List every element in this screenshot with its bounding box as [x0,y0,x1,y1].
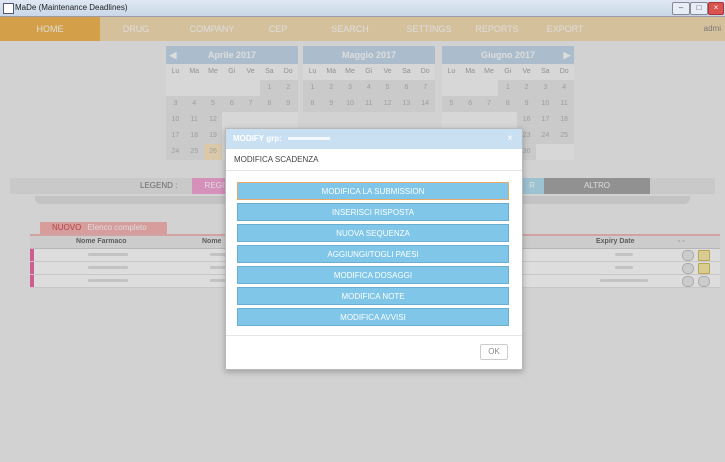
modify-dialog: MODIFY grp: × MODIFICA SCADENZA MODIFICA… [225,128,523,370]
window-titlebar: MaDe (Maintenance Deadlines) – □ × [0,0,725,17]
minimize-icon[interactable]: – [672,2,690,15]
group-name-redacted [288,137,330,140]
edit-alerts-button[interactable]: MODIFICA AVVISI [237,308,509,326]
app-icon [3,3,14,14]
close-icon[interactable]: × [708,2,724,15]
edit-dosages-button[interactable]: MODIFICA DOSAGGI [237,266,509,284]
dialog-subtitle: MODIFICA SCADENZA [234,155,319,164]
edit-submission-button[interactable]: MODIFICA LA SUBMISSION [237,182,509,200]
add-remove-countries-button[interactable]: AGGIUNGI/TOGLI PAESI [237,245,509,263]
insert-response-button[interactable]: INSERISCI RISPOSTA [237,203,509,221]
ok-button[interactable]: OK [480,344,508,360]
window-title: MaDe (Maintenance Deadlines) [15,3,128,12]
dialog-title: MODIFY grp: [233,134,282,143]
edit-notes-button[interactable]: MODIFICA NOTE [237,287,509,305]
dialog-header: MODIFY grp: × [226,129,522,149]
maximize-icon[interactable]: □ [690,2,708,15]
new-sequence-button[interactable]: NUOVA SEQUENZA [237,224,509,242]
divider [226,170,522,171]
close-icon[interactable]: × [507,133,513,144]
divider [226,335,522,336]
